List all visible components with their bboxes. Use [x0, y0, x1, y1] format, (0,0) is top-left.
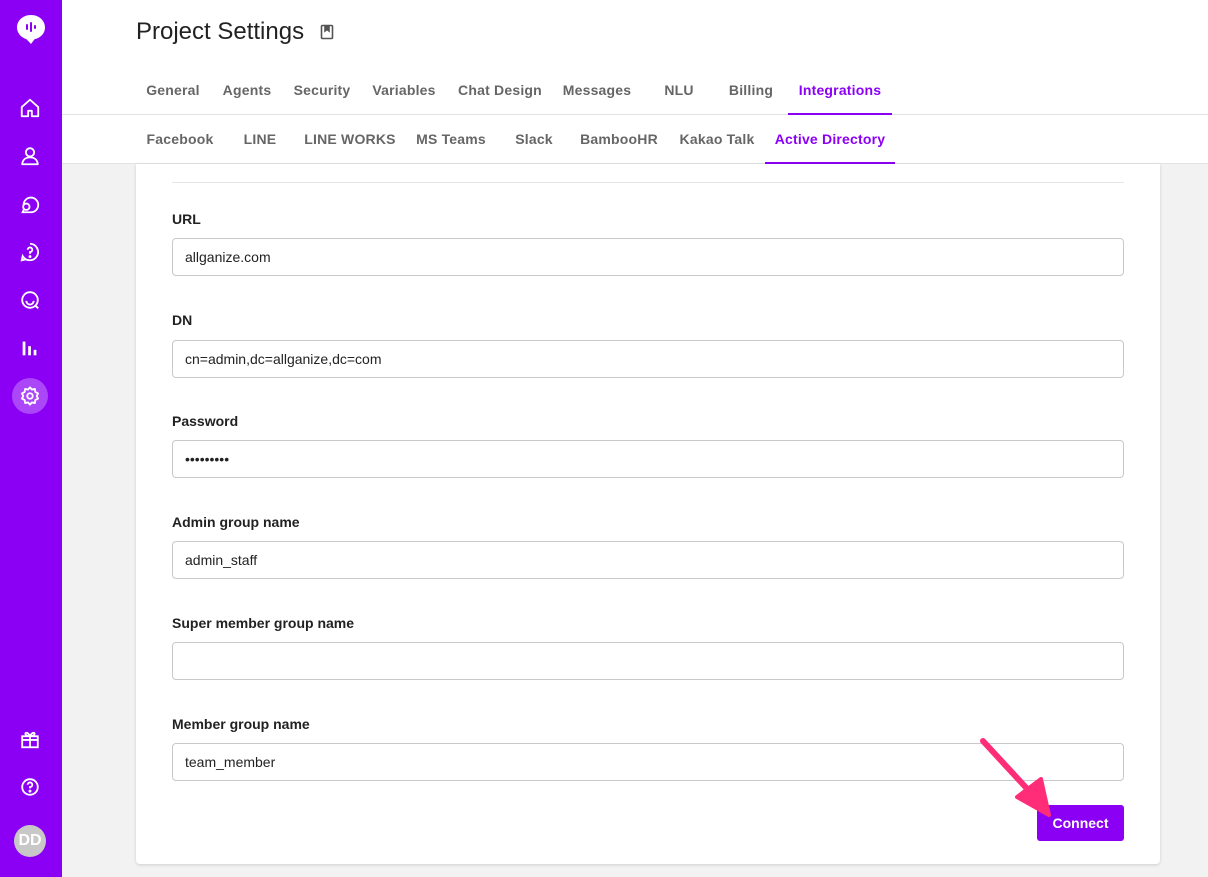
page-title: Project Settings: [136, 18, 305, 45]
sidebar: DD: [0, 0, 62, 877]
subtab-facebook[interactable]: Facebook: [136, 115, 224, 164]
tab-chat-design[interactable]: Chat Design: [452, 66, 548, 115]
tab-integrations[interactable]: Integrations: [788, 66, 892, 115]
subtab-line[interactable]: LINE: [228, 115, 292, 164]
tab-billing[interactable]: Billing: [718, 66, 784, 115]
settings-icon[interactable]: [12, 378, 48, 414]
page-title-row: Project Settings: [136, 18, 334, 46]
logo-icon[interactable]: [15, 13, 47, 45]
super-member-group-input[interactable]: [172, 642, 1124, 680]
analytics-icon[interactable]: [12, 330, 48, 366]
password-label: Password: [172, 413, 239, 429]
faq-icon[interactable]: [12, 234, 48, 270]
member-group-label: Member group name: [172, 716, 310, 732]
main-tabs: General Agents Security Variables Chat D…: [62, 66, 1208, 115]
chat-icon[interactable]: [12, 186, 48, 222]
subtab-kakao-talk[interactable]: Kakao Talk: [674, 115, 760, 164]
user-icon[interactable]: [12, 138, 48, 174]
admin-group-label: Admin group name: [172, 514, 300, 530]
subtab-line-works[interactable]: LINE WORKS: [302, 115, 398, 164]
avatar[interactable]: DD: [14, 825, 46, 857]
tab-general[interactable]: General: [136, 66, 210, 115]
active-directory-form: URL DN Password Admin group name Super m…: [136, 164, 1160, 864]
connect-button[interactable]: Connect: [1037, 805, 1124, 841]
search-chat-icon[interactable]: [12, 282, 48, 318]
member-group-input[interactable]: [172, 743, 1124, 781]
bookmark-icon[interactable]: [320, 24, 334, 40]
gift-icon[interactable]: [12, 721, 48, 757]
subtab-slack[interactable]: Slack: [502, 115, 566, 164]
tab-security[interactable]: Security: [287, 66, 357, 115]
url-label: URL: [172, 211, 201, 227]
subtab-ms-teams[interactable]: MS Teams: [408, 115, 494, 164]
home-icon[interactable]: [12, 90, 48, 126]
help-icon[interactable]: [12, 769, 48, 805]
url-input[interactable]: [172, 238, 1124, 276]
password-input[interactable]: [172, 440, 1124, 478]
tab-nlu[interactable]: NLU: [650, 66, 708, 115]
divider: [172, 182, 1124, 183]
subtab-bamboohr[interactable]: BambooHR: [574, 115, 664, 164]
dn-input[interactable]: [172, 340, 1124, 378]
dn-label: DN: [172, 312, 193, 328]
tab-variables[interactable]: Variables: [366, 66, 442, 115]
integration-subtabs: Facebook LINE LINE WORKS MS Teams Slack …: [62, 115, 1208, 164]
admin-group-input[interactable]: [172, 541, 1124, 579]
subtab-active-directory[interactable]: Active Directory: [765, 115, 895, 164]
super-member-group-label: Super member group name: [172, 615, 355, 631]
tab-agents[interactable]: Agents: [214, 66, 280, 115]
tab-messages[interactable]: Messages: [556, 66, 638, 115]
